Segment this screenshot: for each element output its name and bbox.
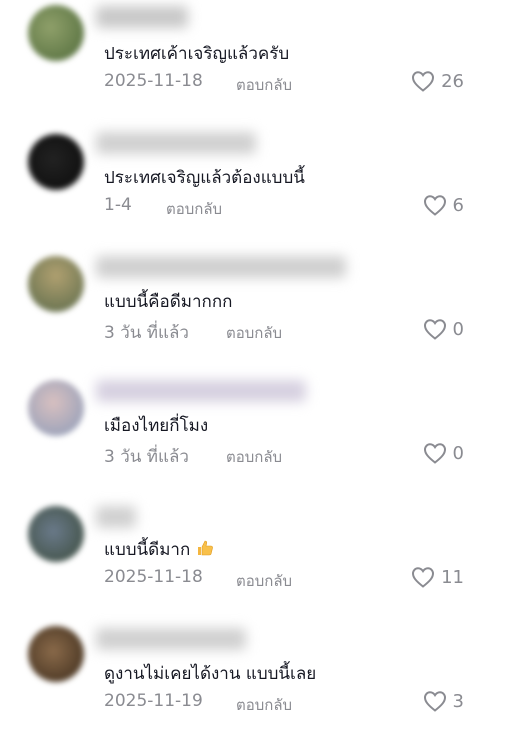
like-button[interactable]: 6 — [423, 194, 464, 216]
comment-text: เมืองไทยกี่โมง — [104, 416, 209, 436]
like-button[interactable]: 11 — [411, 566, 464, 588]
heart-outline-icon — [423, 195, 446, 216]
comment-text-content: แบบนี้ดีมาก — [104, 540, 191, 560]
like-button[interactable]: 0 — [423, 442, 464, 464]
username-blurred[interactable] — [96, 380, 306, 402]
like-count: 0 — [452, 318, 464, 340]
comment-item: เมืองไทยกี่โมง 3 วัน ที่แล้ว ตอบกลับ 0 — [0, 372, 506, 482]
reply-button[interactable]: ตอบกลับ — [166, 197, 222, 221]
username-blurred[interactable] — [96, 256, 346, 278]
avatar[interactable] — [28, 256, 84, 312]
heart-outline-icon — [423, 691, 446, 712]
comment-item: แบบนี้คือดีมากกก 3 วัน ที่แล้ว ตอบกลับ 0 — [0, 248, 506, 358]
comment-text: แบบนี้คือดีมากกก — [104, 292, 233, 312]
reply-button[interactable]: ตอบกลับ — [236, 569, 292, 593]
username-blurred[interactable] — [96, 506, 136, 528]
heart-outline-icon — [412, 71, 435, 92]
like-button[interactable]: 26 — [411, 70, 464, 92]
username-blurred[interactable] — [96, 132, 256, 154]
comment-item: แบบนี้ดีมาก 2025-11-18 ตอบกลับ 11 — [0, 496, 506, 606]
username-blurred[interactable] — [96, 6, 188, 28]
comment-text: ดูงานไม่เคยได้งาน แบบนี้เลย — [104, 664, 317, 684]
like-count: 0 — [452, 442, 464, 464]
reply-button[interactable]: ตอบกลับ — [236, 693, 292, 717]
comment-date: 3 วัน ที่แล้ว — [104, 447, 189, 467]
comment-date: 2025-11-18 — [104, 71, 203, 91]
reply-button[interactable]: ตอบกลับ — [226, 321, 282, 345]
comment-item: ประเทศเจริญแล้วต้องแบบนี้ 1-4 ตอบกลับ 6 — [0, 124, 506, 234]
avatar[interactable] — [28, 134, 84, 190]
comment-text: ประเทศเจริญแล้วต้องแบบนี้ — [104, 168, 305, 188]
like-button[interactable]: 3 — [423, 690, 464, 712]
thumbs-up-emoji-icon — [197, 540, 213, 556]
comment-text: ประเทศเค้าเจริญแล้วครับ — [104, 44, 290, 64]
comment-text: แบบนี้ดีมาก — [104, 536, 214, 563]
comment-date: 1-4 — [104, 195, 132, 215]
comment-date: 3 วัน ที่แล้ว — [104, 323, 189, 343]
avatar[interactable] — [28, 626, 84, 682]
username-blurred[interactable] — [96, 628, 246, 650]
like-count: 3 — [452, 690, 464, 712]
heart-outline-icon — [412, 567, 435, 588]
comment-date: 2025-11-19 — [104, 691, 203, 711]
like-button[interactable]: 0 — [423, 318, 464, 340]
avatar[interactable] — [28, 506, 84, 562]
like-count: 6 — [452, 194, 464, 216]
reply-button[interactable]: ตอบกลับ — [236, 73, 292, 97]
comment-item: ประเทศเค้าเจริญแล้วครับ 2025-11-18 ตอบกล… — [0, 0, 506, 110]
avatar[interactable] — [28, 5, 84, 61]
heart-outline-icon — [423, 443, 446, 464]
like-count: 11 — [441, 566, 464, 588]
avatar[interactable] — [28, 380, 84, 436]
heart-outline-icon — [423, 319, 446, 340]
like-count: 26 — [441, 70, 464, 92]
reply-button[interactable]: ตอบกลับ — [226, 445, 282, 469]
comment-date: 2025-11-18 — [104, 567, 203, 587]
comment-item: ดูงานไม่เคยได้งาน แบบนี้เลย 2025-11-19 ต… — [0, 620, 506, 730]
